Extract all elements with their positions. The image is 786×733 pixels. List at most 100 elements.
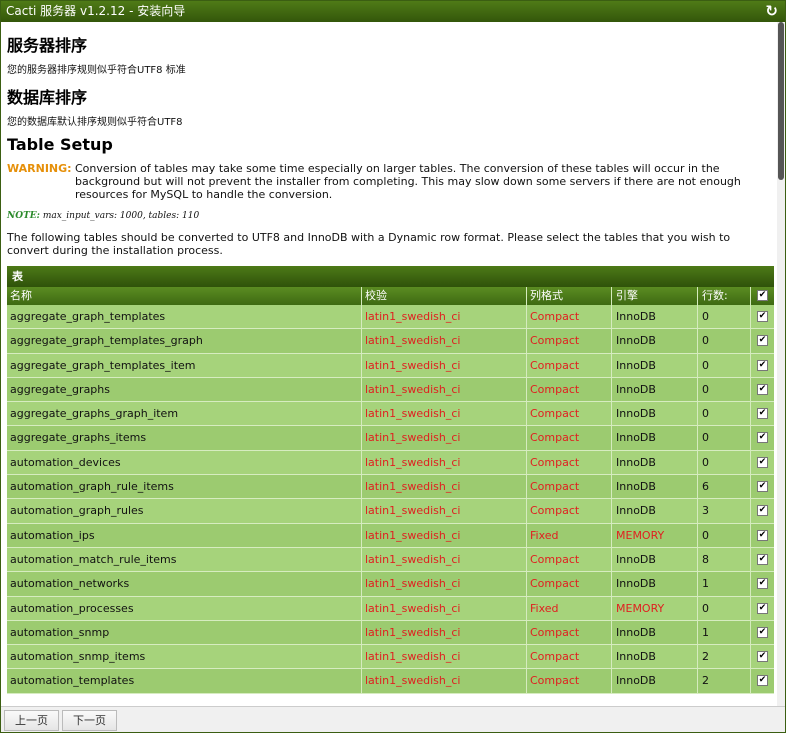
row-count: 0 [702, 528, 709, 542]
table-row[interactable]: aggregate_graphs_items latin1_swedish_ci C… [7, 426, 774, 451]
row-collation: latin1_swedish_ci [365, 310, 461, 323]
row-collation: latin1_swedish_ci [365, 650, 461, 664]
row-format: Compact [530, 431, 580, 445]
row-count: 0 [702, 358, 709, 372]
installer-window: Cacti 服务器 v1.2.12 - 安装向导 ↻ 服务器排序 您的服务器排序… [0, 0, 786, 733]
scrollbar-thumb[interactable] [778, 22, 784, 180]
row-format: Compact [530, 382, 580, 396]
table-row[interactable]: automation_graph_rules latin1_swedish_ci C… [7, 499, 774, 524]
note-block: NOTE: max_input_vars: 1000, tables: 110 [7, 211, 199, 221]
row-checkbox[interactable]: ✔ [757, 675, 768, 687]
row-collation: latin1_swedish_ci [365, 455, 461, 469]
row-count: 0 [702, 431, 709, 445]
row-checkbox[interactable]: ✔ [757, 335, 768, 347]
row-collation: latin1_swedish_ci [365, 625, 461, 639]
row-engine: InnoDB [616, 455, 656, 469]
table-row[interactable]: aggregate_graph_templates latin1_swedish_… [7, 305, 774, 330]
row-count: 2 [702, 650, 709, 664]
title-bar: Cacti 服务器 v1.2.12 - 安装向导 ↻ [1, 1, 785, 22]
row-format: Compact [530, 674, 580, 688]
row-name: automation_devices [10, 455, 121, 469]
row-format: Compact [530, 407, 580, 421]
conversion-description: The following tables should be converted… [7, 231, 731, 257]
row-collation: latin1_swedish_ci [365, 552, 461, 566]
table-row[interactable]: aggregate_graph_templates_graph latin1_sw… [7, 329, 774, 354]
row-checkbox[interactable]: ✔ [757, 529, 768, 541]
table-row[interactable]: automation_graph_rule_items latin1_swedis… [7, 475, 774, 500]
header-name[interactable]: 名称 [10, 287, 360, 305]
table-header: 名称 校验 列格式 引擎 行数: ✔ [7, 287, 774, 305]
row-checkbox[interactable]: ✔ [757, 651, 768, 663]
table-row[interactable]: automation_templates latin1_swedish_ci Com… [7, 669, 774, 694]
row-name: automation_templates [10, 674, 135, 688]
row-count: 0 [702, 310, 709, 323]
row-collation: latin1_swedish_ci [365, 480, 461, 494]
db-sort-heading: 数据库排序 [7, 88, 88, 107]
row-checkbox[interactable]: ✔ [757, 481, 768, 493]
server-sort-text: 您的服务器排序规则似乎符合UTF8 标准 [7, 65, 186, 76]
row-checkbox[interactable]: ✔ [757, 602, 768, 614]
next-page-button[interactable]: 下一页 [62, 710, 117, 731]
row-count: 1 [702, 625, 709, 639]
header-engine[interactable]: 引擎 [616, 287, 696, 305]
row-count: 8 [702, 552, 709, 566]
prev-page-button[interactable]: 上一页 [4, 710, 59, 731]
row-name: aggregate_graph_templates [10, 310, 166, 323]
row-count: 2 [702, 674, 709, 688]
row-format: Compact [530, 504, 580, 518]
table-row[interactable]: automation_ips latin1_swedish_ci Fixed MEMO… [7, 523, 774, 548]
row-collation: latin1_swedish_ci [365, 358, 461, 372]
select-all-checkbox[interactable]: ✔ [757, 290, 768, 301]
row-collation: latin1_swedish_ci [365, 334, 461, 348]
row-name: automation_processes [10, 601, 134, 615]
vertical-scrollbar[interactable] [777, 22, 785, 706]
row-name: automation_ips [10, 528, 95, 542]
row-collation: latin1_swedish_ci [365, 504, 461, 518]
row-checkbox[interactable]: ✔ [757, 432, 768, 444]
row-engine: InnoDB [616, 650, 656, 664]
row-name: aggregate_graphs_items [10, 431, 147, 445]
row-collation: latin1_swedish_ci [365, 674, 461, 688]
row-collation: latin1_swedish_ci [365, 601, 461, 615]
table-row[interactable]: automation_networks latin1_swedish_ci Comp… [7, 572, 774, 597]
row-collation: latin1_swedish_ci [365, 431, 461, 445]
row-engine: InnoDB [616, 504, 656, 518]
row-engine: InnoDB [616, 577, 656, 591]
table-row[interactable]: automation_match_rule_items latin1_swedis… [7, 547, 774, 573]
table-setup-heading: Table Setup [7, 135, 113, 154]
row-format: Fixed [530, 601, 559, 615]
row-count: 0 [702, 601, 709, 615]
table-row[interactable]: automation_processes latin1_swedish_ci Fix… [7, 596, 774, 621]
row-checkbox[interactable]: ✔ [757, 383, 768, 395]
table-row[interactable]: automation_snmp_items latin1_swedish_ci Co… [7, 645, 774, 670]
table-row[interactable]: aggregate_graphs_graph_item latin1_swedis… [7, 402, 774, 427]
row-name: automation_match_rule_items [10, 552, 177, 566]
row-format: Compact [530, 480, 580, 494]
row-engine: InnoDB [616, 674, 656, 688]
row-checkbox[interactable]: ✔ [757, 553, 768, 565]
header-collation[interactable]: 校验 [365, 287, 525, 305]
row-collation: latin1_swedish_ci [365, 407, 461, 421]
refresh-icon[interactable]: ↻ [765, 1, 778, 22]
row-checkbox[interactable]: ✔ [757, 359, 768, 371]
row-checkbox[interactable]: ✔ [757, 626, 768, 638]
row-name: automation_snmp [10, 625, 110, 639]
header-rows[interactable]: 行数: [702, 287, 742, 305]
row-engine: InnoDB [616, 625, 656, 639]
row-checkbox[interactable]: ✔ [757, 456, 768, 468]
row-checkbox[interactable]: ✔ [757, 311, 768, 322]
server-sort-heading: 服务器排序 [7, 36, 88, 55]
row-checkbox[interactable]: ✔ [757, 578, 768, 590]
row-checkbox[interactable]: ✔ [757, 505, 768, 517]
row-name: automation_snmp_items [10, 650, 146, 664]
row-checkbox[interactable]: ✔ [757, 408, 768, 420]
table-row[interactable]: aggregate_graphs latin1_swedish_ci Compact… [7, 377, 774, 403]
db-sort-text: 您的数据库默认排序规则似乎符合UTF8 [7, 117, 183, 128]
row-collation: latin1_swedish_ci [365, 577, 461, 591]
header-row-format[interactable]: 列格式 [530, 287, 610, 305]
row-engine: InnoDB [616, 334, 656, 348]
table-body: aggregate_graph_templates latin1_swedish_… [7, 305, 774, 694]
table-row[interactable]: automation_devices latin1_swedish_ci Compa… [7, 450, 774, 476]
table-row[interactable]: aggregate_graph_templates_item latin1_swe… [7, 353, 774, 378]
table-row[interactable]: automation_snmp latin1_swedish_ci Compact I… [7, 620, 774, 646]
